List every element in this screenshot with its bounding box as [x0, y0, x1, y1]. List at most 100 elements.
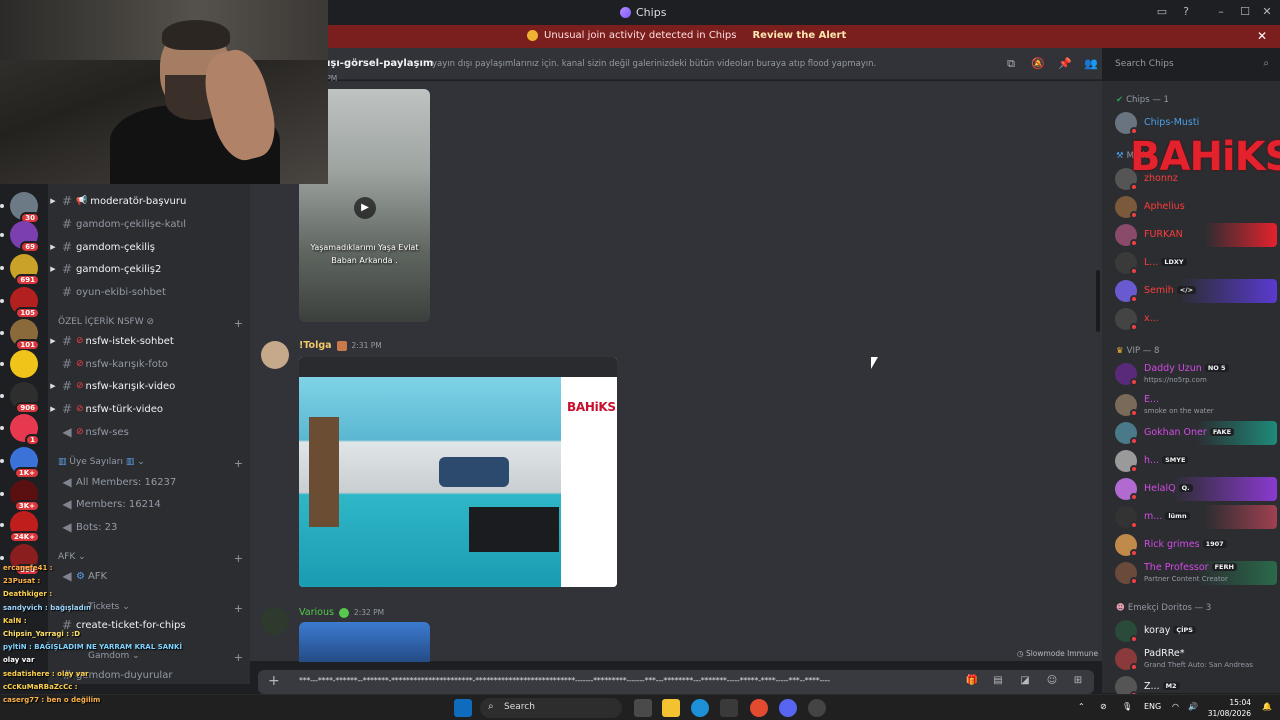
nsfw-icon: ⊘ [76, 381, 84, 391]
review-alert-button[interactable]: Review the Alert [752, 30, 846, 41]
member-row[interactable]: h... SMYE [1115, 449, 1277, 473]
threads-icon[interactable]: ⧉ [1004, 57, 1018, 71]
member-row[interactable]: Chips-Musti [1115, 111, 1277, 135]
server-icon[interactable]: 3K+ [10, 480, 40, 512]
gift-icon[interactable]: 🎁 [965, 675, 979, 689]
message-author[interactable]: Various [299, 607, 334, 618]
add-channel-icon[interactable]: + [234, 602, 243, 615]
stat-members[interactable]: ◀ Members: 16214 [48, 494, 250, 514]
member-row[interactable]: Aphelius [1115, 195, 1277, 219]
channel-gamdom-cekilise-katil[interactable]: # gamdom-çekilişe-katıl [48, 214, 250, 234]
add-channel-icon[interactable]: + [234, 651, 243, 664]
network-icon[interactable]: ⊘ [1100, 702, 1107, 711]
channel-nsfw-karisik-foto[interactable]: # ⊘ nsfw-karışık-foto [48, 354, 250, 374]
language-indicator[interactable]: ENG [1144, 702, 1161, 711]
close-window-button[interactable]: ✕ [1258, 5, 1276, 18]
status-icon [1130, 465, 1138, 473]
task-view-icon[interactable] [634, 699, 652, 717]
server-icon[interactable]: 1K+ [10, 447, 40, 479]
member-row[interactable]: Semih </> [1115, 279, 1277, 303]
member-row[interactable]: x... [1115, 307, 1277, 331]
play-icon[interactable]: ▶ [354, 197, 376, 219]
server-icon[interactable]: 69 [10, 221, 40, 253]
discord-icon[interactable] [779, 699, 797, 717]
add-channel-icon[interactable]: + [234, 457, 243, 470]
message-input[interactable]: + ***---****-******--*******-***********… [258, 670, 1094, 694]
add-attachment-icon[interactable]: + [268, 673, 280, 689]
file-explorer-icon[interactable] [662, 699, 680, 717]
taskbar-search[interactable]: ⌕ Search [480, 698, 622, 718]
message-author[interactable]: !Tolga [299, 340, 332, 351]
clock[interactable]: 15:04 31/08/2026 [1205, 697, 1251, 719]
member-row[interactable]: Daddy Uzun NO 5 https://no5rp.com [1115, 362, 1277, 386]
server-icon[interactable]: 105 [10, 287, 40, 319]
avatar[interactable] [261, 607, 289, 635]
channel-nsfw-ses[interactable]: ◀ ⊘ nsfw-ses [48, 422, 250, 442]
sticker-icon[interactable]: ◪ [1018, 675, 1032, 689]
inbox-icon[interactable]: ▭ [1153, 5, 1171, 18]
member-row[interactable]: FURKAN [1115, 223, 1277, 247]
wifi-icon[interactable]: ◠ [1172, 702, 1179, 711]
minimize-button[interactable]: – [1212, 5, 1230, 18]
mic-icon[interactable]: 🎙 [1122, 702, 1132, 711]
store-icon[interactable] [720, 699, 738, 717]
category-stats[interactable]: ▥ Üye Sayıları ▥ ⌄ + [58, 457, 243, 470]
search-input[interactable]: Search Chips ⌕ [1111, 56, 1274, 73]
unread-pip [0, 362, 4, 366]
member-row[interactable]: The Professor FERH Partner Content Creator [1115, 561, 1277, 585]
chrome-icon[interactable] [750, 699, 768, 717]
image-attachment[interactable] [299, 622, 430, 662]
channel-gamdom-cekilis2[interactable]: ▶ # gamdom-çekiliş2 [48, 259, 250, 279]
avatar[interactable] [261, 341, 289, 369]
emoji-icon[interactable]: ☺ [1045, 675, 1059, 689]
obs-icon[interactable] [808, 699, 826, 717]
member-row[interactable]: L... LDXY [1115, 251, 1277, 275]
member-row[interactable]: PadRRe* Grand Theft Auto: San Andreas [1115, 647, 1277, 671]
server-icon[interactable] [10, 350, 38, 378]
channel-oyun-ekibi-sohbet[interactable]: # oyun-ekibi-sohbet [48, 282, 250, 302]
member-row[interactable]: m... lümn [1115, 505, 1277, 529]
image-attachment[interactable]: BAHiKS [299, 357, 617, 587]
channel-nsfw-turk-video[interactable]: ▶ # ⊘ nsfw-türk-video [48, 399, 250, 419]
member-row[interactable]: Rick grimes 1907 [1115, 533, 1277, 557]
stat-all-members[interactable]: ◀ All Members: 16237 [48, 472, 250, 492]
mute-icon[interactable]: 🔕 [1031, 57, 1045, 71]
alert-text: Unusual join activity detected in Chips [544, 30, 737, 41]
member-row[interactable]: E... smoke on the water [1115, 393, 1277, 417]
members-icon[interactable]: 👥 [1084, 57, 1098, 71]
member-name: x... [1144, 313, 1159, 324]
maximize-button[interactable]: ☐ [1236, 5, 1254, 18]
nsfw-icon: ⊘ [76, 359, 84, 369]
gif-icon[interactable]: ▤ [991, 675, 1005, 689]
close-icon[interactable]: ✕ [1257, 29, 1267, 43]
add-channel-icon[interactable]: + [234, 317, 243, 330]
channel-nsfw-istek-sohbet[interactable]: ▶ # ⊘ nsfw-istek-sohbet [48, 331, 250, 351]
channel-moderator-basvuru[interactable]: ▶ # 📢 moderatör-başvuru [48, 191, 250, 211]
server-icon[interactable]: 30 [10, 192, 40, 224]
apps-icon[interactable]: ⊞ [1071, 675, 1085, 689]
stat-bots[interactable]: ◀ Bots: 23 [48, 517, 250, 537]
hash-icon: # [61, 262, 73, 276]
pin-icon[interactable]: 📌 [1058, 57, 1072, 71]
edge-icon[interactable] [691, 699, 709, 717]
category-nsfw[interactable]: ÖZEL İÇERİK NSFW ⊘ + [58, 317, 243, 330]
channel-nsfw-karisik-video[interactable]: ▶ # ⊘ nsfw-karışık-video [48, 376, 250, 396]
help-icon[interactable]: ? [1177, 5, 1195, 18]
tray-chevron-icon[interactable]: ⌃ [1078, 702, 1085, 711]
member-row[interactable]: koray ÇİPS [1115, 619, 1277, 643]
server-icon[interactable]: 906 [10, 382, 40, 414]
notification-icon[interactable]: 🔔 [1262, 702, 1272, 711]
channel-gamdom-cekilis[interactable]: ▶ # gamdom-çekiliş [48, 237, 250, 257]
scrollbar[interactable] [1096, 270, 1100, 332]
unread-pip [0, 394, 4, 398]
server-icon[interactable]: 24K+ [8, 511, 40, 543]
member-row[interactable]: Gokhan Oner FAKE [1115, 421, 1277, 445]
add-channel-icon[interactable]: + [234, 552, 243, 565]
server-icon[interactable]: 1 [10, 414, 40, 446]
status-icon [1130, 577, 1138, 585]
server-icon[interactable]: 101 [10, 319, 40, 351]
server-icon[interactable]: 691 [10, 254, 40, 286]
volume-icon[interactable]: 🔊 [1188, 702, 1198, 711]
start-icon[interactable] [454, 699, 472, 717]
member-row[interactable]: HelalQ Q. [1115, 477, 1277, 501]
